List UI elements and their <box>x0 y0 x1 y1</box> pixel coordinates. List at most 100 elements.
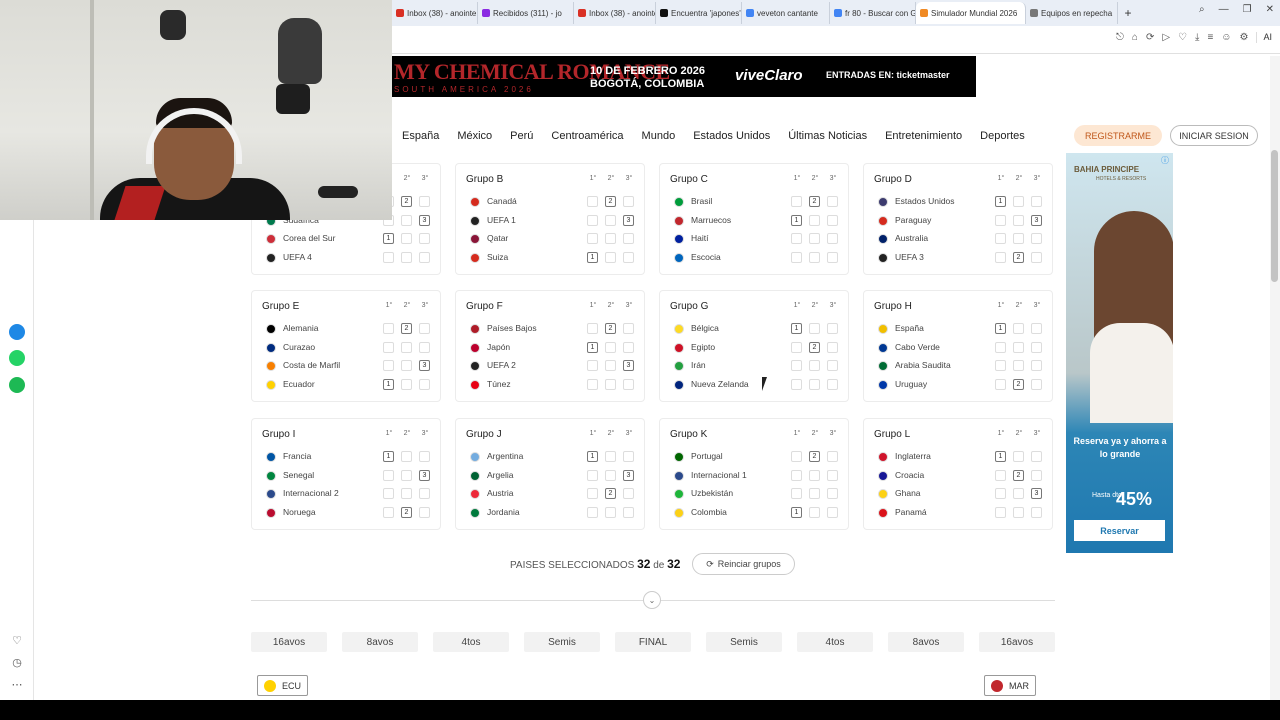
team-row[interactable]: Alemania 2 <box>262 322 438 336</box>
team-row[interactable]: Argelia 3 <box>466 469 642 483</box>
position-checkbox[interactable]: 1 <box>383 379 394 391</box>
team-row[interactable]: UEFA 3 2 <box>874 251 1050 265</box>
team-row[interactable]: Costa de Marfil 3 <box>262 359 438 373</box>
round-tab[interactable]: FINAL <box>615 632 691 652</box>
round-tab[interactable]: Semis <box>524 632 600 652</box>
menu-icon[interactable]: ≡ <box>1207 32 1213 43</box>
scrollbar-thumb[interactable] <box>1271 150 1278 282</box>
team-row[interactable]: Curazao <box>262 341 438 355</box>
position-checkbox[interactable] <box>419 323 430 334</box>
history-icon[interactable]: ◷ <box>9 654 25 670</box>
position-checkbox[interactable] <box>791 360 802 372</box>
position-checkbox[interactable] <box>791 233 802 245</box>
position-checkbox[interactable] <box>587 233 598 245</box>
nav-item[interactable]: México <box>457 130 492 142</box>
team-row[interactable]: Panamá <box>874 506 1050 520</box>
position-checkbox[interactable] <box>1031 341 1042 353</box>
position-checkbox[interactable]: 3 <box>419 360 430 372</box>
position-checkbox[interactable] <box>1031 323 1042 334</box>
position-checkbox[interactable] <box>791 196 802 207</box>
browser-tab[interactable]: Inbox (38) - anointe <box>392 2 478 24</box>
position-checkbox[interactable] <box>623 379 634 391</box>
position-checkbox[interactable] <box>995 360 1006 372</box>
position-checkbox[interactable] <box>383 469 394 481</box>
position-checkbox[interactable] <box>1013 451 1024 462</box>
team-row[interactable]: UEFA 4 <box>262 251 438 265</box>
team-row[interactable]: Ecuador 1 <box>262 378 438 392</box>
team-row[interactable]: Internacional 2 <box>262 487 438 501</box>
team-row[interactable]: UEFA 2 3 <box>466 359 642 373</box>
position-checkbox[interactable] <box>1013 196 1024 207</box>
nav-item[interactable]: Perú <box>510 130 533 142</box>
position-checkbox[interactable] <box>401 469 412 481</box>
share-icon[interactable]: ⎋ <box>1116 32 1124 43</box>
browser-tab[interactable]: veveton cantante <box>742 2 830 24</box>
position-checkbox[interactable] <box>1031 451 1042 462</box>
position-checkbox[interactable] <box>809 469 820 481</box>
browser-tab[interactable]: Encuentra 'japones' <box>656 2 742 24</box>
concert-banner-ad[interactable]: MY CHEMICAL ROMANCE SOUTH AMERICA 2026 1… <box>392 56 976 97</box>
position-checkbox[interactable] <box>587 507 598 519</box>
position-checkbox[interactable]: 2 <box>1013 469 1024 481</box>
team-row[interactable]: Corea del Sur 1 <box>262 232 438 246</box>
team-row[interactable]: Bélgica 1 <box>670 322 846 336</box>
position-checkbox[interactable] <box>623 233 634 245</box>
position-checkbox[interactable] <box>623 323 634 334</box>
position-checkbox[interactable] <box>1031 507 1042 519</box>
position-checkbox[interactable] <box>1031 360 1042 372</box>
position-checkbox[interactable]: 1 <box>587 341 598 353</box>
position-checkbox[interactable]: 2 <box>401 507 412 519</box>
team-row[interactable]: Países Bajos 2 <box>466 322 642 336</box>
team-row[interactable]: Argentina 1 <box>466 450 642 464</box>
position-checkbox[interactable] <box>605 379 616 391</box>
position-checkbox[interactable] <box>605 469 616 481</box>
position-checkbox[interactable] <box>827 488 838 500</box>
position-checkbox[interactable] <box>623 341 634 353</box>
position-checkbox[interactable] <box>605 341 616 353</box>
position-checkbox[interactable] <box>401 451 412 462</box>
position-checkbox[interactable] <box>809 360 820 372</box>
position-checkbox[interactable] <box>827 379 838 391</box>
position-checkbox[interactable] <box>809 488 820 500</box>
round-tab[interactable]: Semis <box>706 632 782 652</box>
position-checkbox[interactable] <box>587 488 598 500</box>
position-checkbox[interactable]: 1 <box>791 323 802 334</box>
position-checkbox[interactable] <box>995 488 1006 500</box>
position-checkbox[interactable] <box>623 252 634 264</box>
position-checkbox[interactable]: 2 <box>1013 252 1024 264</box>
team-row[interactable]: Jordania <box>466 506 642 520</box>
position-checkbox[interactable] <box>401 488 412 500</box>
login-button[interactable]: INICIAR SESION <box>1170 125 1258 146</box>
team-row[interactable]: Inglaterra 1 <box>874 450 1050 464</box>
position-checkbox[interactable] <box>623 507 634 519</box>
home-icon[interactable]: ⌂ <box>1132 32 1138 43</box>
position-checkbox[interactable]: 3 <box>1031 214 1042 226</box>
position-checkbox[interactable]: 2 <box>809 341 820 353</box>
position-checkbox[interactable]: 1 <box>383 233 394 245</box>
browser-tab[interactable]: Equipos en repecha <box>1026 2 1118 24</box>
minimize-icon[interactable]: — <box>1219 4 1229 15</box>
nav-item[interactable]: Mundo <box>642 130 676 142</box>
team-row[interactable]: Egipto 2 <box>670 341 846 355</box>
team-row[interactable]: Qatar <box>466 232 642 246</box>
reload-icon[interactable]: ⟳ <box>1146 32 1154 43</box>
position-checkbox[interactable]: 1 <box>995 323 1006 334</box>
position-checkbox[interactable] <box>401 379 412 391</box>
bracket-team-left[interactable]: ECU <box>257 675 309 696</box>
position-checkbox[interactable]: 3 <box>623 469 634 481</box>
position-checkbox[interactable] <box>419 379 430 391</box>
team-row[interactable]: Portugal 2 <box>670 450 846 464</box>
team-row[interactable]: España 1 <box>874 322 1050 336</box>
position-checkbox[interactable] <box>809 507 820 519</box>
position-checkbox[interactable] <box>419 252 430 264</box>
team-row[interactable]: Internacional 1 <box>670 469 846 483</box>
position-checkbox[interactable] <box>809 214 820 226</box>
reset-groups-button[interactable]: ⟳ Reinciar grupos <box>692 553 795 575</box>
new-tab-button[interactable]: + <box>1118 2 1138 24</box>
team-row[interactable]: Brasil 2 <box>670 195 846 209</box>
position-checkbox[interactable] <box>791 341 802 353</box>
position-checkbox[interactable] <box>827 360 838 372</box>
browser-tab[interactable]: Simulador Mundial 2026 <box>916 2 1026 24</box>
nav-item[interactable]: España <box>402 130 439 142</box>
position-checkbox[interactable] <box>791 451 802 462</box>
